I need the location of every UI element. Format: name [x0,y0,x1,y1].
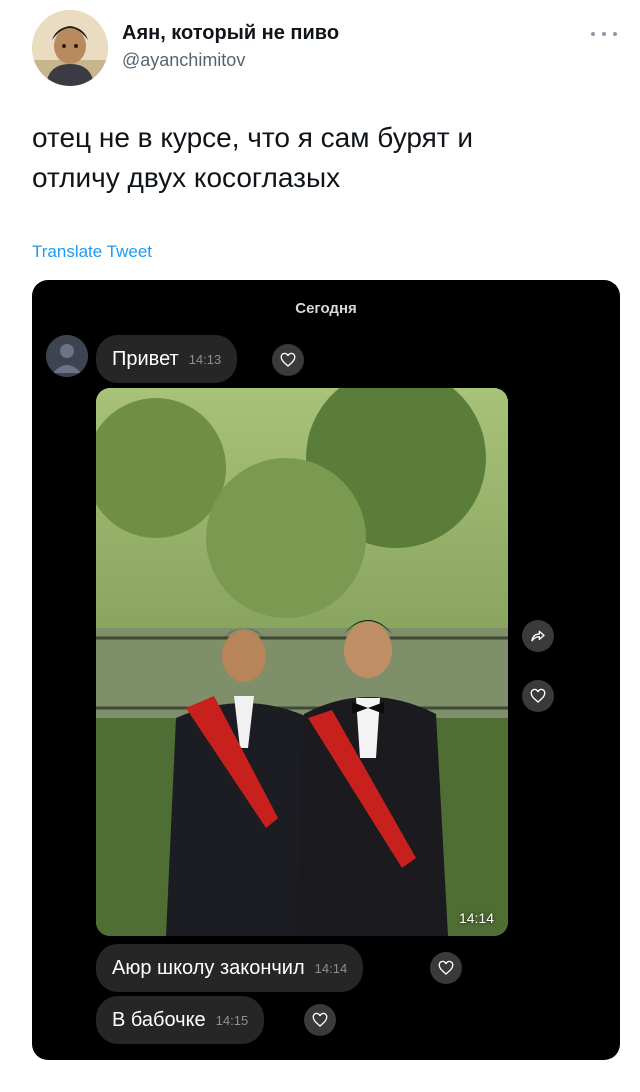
share-forward-icon[interactable] [522,620,554,652]
heart-icon[interactable] [272,344,304,376]
chat-message-time: 14:15 [215,1012,249,1028]
chat-photo-time: 14:14 [458,910,494,926]
tweet-media-image[interactable]: Сегодня Привет 14:13 14:14 Аюр школу зак… [32,280,620,1060]
heart-icon[interactable] [304,1004,336,1036]
author-avatar[interactable] [32,10,108,86]
chat-message-text: Аюр школу закончил [112,956,305,979]
tweet-text-line: отличу двух косоглазых [32,162,341,193]
chat-date-label: Сегодня [295,300,357,317]
chat-message-bubble[interactable]: В бабочке 14:15 [96,996,265,1044]
chat-message-text: В бабочке [112,1008,206,1031]
author-handle[interactable]: @ayanchimitov [122,50,245,71]
author-name[interactable]: Аян, который не пиво [122,22,339,45]
heart-icon[interactable] [430,952,462,984]
chat-message-time: 14:14 [314,960,348,976]
chat-message-time: 14:13 [188,351,222,367]
profile-placeholder-icon [46,335,88,377]
heart-icon[interactable] [522,680,554,712]
tweet-text-line: отец не в курсе, что я сам бурят и [32,122,474,153]
more-horizontal-icon[interactable] [591,26,617,42]
chat-message-bubble[interactable]: Аюр школу закончил 14:14 [96,944,364,992]
chat-message-text: Привет [112,347,179,370]
translate-tweet-link[interactable]: Translate Tweet [32,242,152,262]
chat-message-bubble[interactable]: Привет 14:13 [96,335,238,383]
tweet-text: отец не в курсе, что я сам бурят и отлич… [32,118,612,198]
chat-photo[interactable]: 14:14 [96,388,508,936]
